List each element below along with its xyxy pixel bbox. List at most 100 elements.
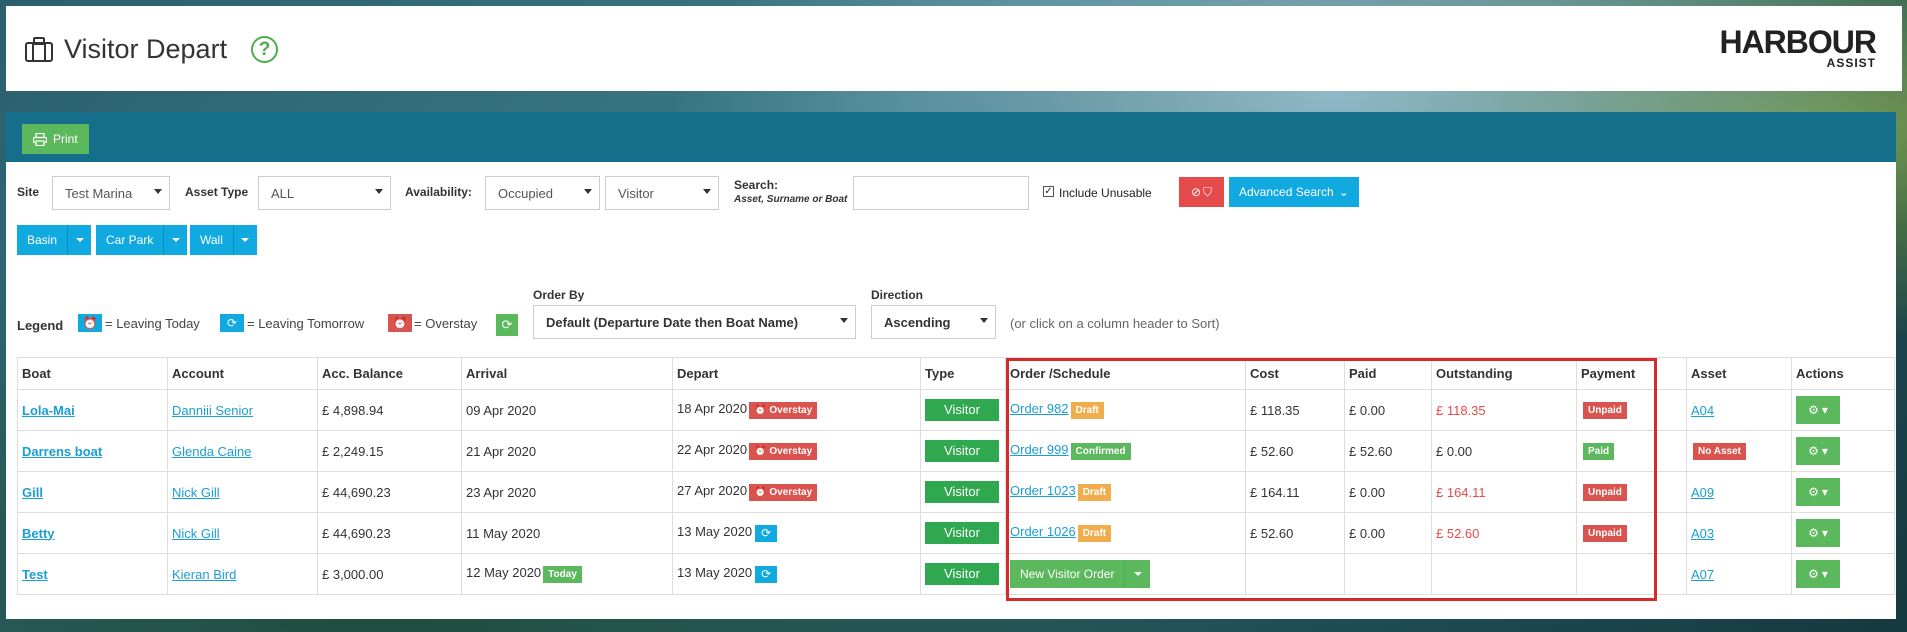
advanced-search-button[interactable]: Advanced Search ⌄ (1229, 177, 1359, 207)
area-button-wall[interactable]: Wall (190, 225, 257, 255)
gear-icon: ⚙ (1808, 526, 1819, 540)
column-header-payment[interactable]: Payment (1576, 357, 1687, 390)
column-header-account[interactable]: Account (167, 357, 318, 390)
availability-select[interactable]: Occupied (485, 176, 600, 210)
asset-link[interactable]: A03 (1691, 526, 1714, 541)
account-link[interactable]: Danniii Senior (172, 403, 253, 418)
asset-type-select[interactable]: ALL (258, 176, 391, 210)
depart-cell: 22 Apr 2020 ⏰ Overstay (672, 430, 921, 472)
actions-button[interactable]: ⚙ ▾ (1796, 560, 1840, 588)
order-by-select-value: Default (Departure Date then Boat Name) (546, 314, 799, 330)
depart-date: 27 Apr 2020 (677, 483, 748, 499)
outstanding-cell: £ 52.60 (1431, 512, 1577, 554)
chevron-down-icon[interactable] (163, 225, 187, 255)
column-header-order[interactable]: Order /Schedule (1005, 357, 1246, 390)
column-header-balance[interactable]: Acc. Balance (317, 357, 462, 390)
asset-link[interactable]: A04 (1691, 403, 1714, 418)
column-header-boat[interactable]: Boat (17, 357, 168, 390)
cost-cell: £ 52.60 (1245, 512, 1345, 554)
account-link[interactable]: Nick Gill (172, 485, 220, 500)
new-visitor-order-button[interactable]: New Visitor Order (1010, 560, 1151, 588)
order-by-label: Order By (533, 288, 585, 302)
direction-select-value: Ascending (884, 314, 951, 330)
table-row: Test Kieran Bird £ 3,000.00 12 May 2020 T… (17, 553, 1895, 595)
order-status-badge: Draft (1070, 401, 1104, 419)
arrival-cell: 21 Apr 2020 (461, 430, 673, 472)
column-header-asset[interactable]: Asset (1686, 357, 1792, 390)
refresh-icon[interactable]: ⟳ (496, 314, 518, 336)
alarm-clock-icon: ⏰ (388, 314, 412, 332)
boat-link[interactable]: Test (22, 567, 48, 582)
asset-link[interactable]: A09 (1691, 485, 1714, 500)
depart-date: 13 May 2020 (677, 565, 753, 581)
actions-button[interactable]: ⚙ ▾ (1796, 396, 1840, 424)
actions-button[interactable]: ⚙ ▾ (1796, 437, 1840, 465)
overstay-badge: ⏰ Overstay (749, 483, 818, 501)
payment-status-badge: Unpaid (1583, 483, 1627, 501)
chevron-down-icon: ▾ (1821, 485, 1828, 499)
column-header-outstanding[interactable]: Outstanding (1431, 357, 1577, 390)
refresh-icon: ⟳ (755, 565, 778, 583)
balance-cell: £ 44,690.23 (317, 471, 462, 513)
overstay-badge: ⏰ Overstay (749, 442, 818, 460)
print-button[interactable]: Print (22, 124, 89, 154)
order-link[interactable]: Order 1023 (1010, 483, 1076, 498)
legend-leaving-today: = Leaving Today (105, 316, 200, 331)
today-badge: Today (543, 565, 582, 583)
order-link[interactable]: Order 982 (1010, 401, 1069, 416)
boat-link[interactable]: Darrens boat (22, 444, 102, 459)
arrival-cell: 23 Apr 2020 (461, 471, 673, 513)
header-panel: Visitor Depart ? HARBOUR ASSIST (6, 6, 1902, 91)
depart-date: 18 Apr 2020 (677, 401, 748, 417)
order-link[interactable]: Order 1026 (1010, 524, 1076, 539)
column-header-arrival[interactable]: Arrival (461, 357, 673, 390)
chevron-down-icon[interactable] (67, 225, 91, 255)
briefcase-icon (24, 36, 54, 63)
area-button-label: Car Park (106, 233, 154, 247)
area-button-basin[interactable]: Basin (17, 225, 92, 255)
asset-link[interactable]: A07 (1691, 567, 1714, 582)
print-label: Print (53, 132, 78, 146)
actions-button[interactable]: ⚙ ▾ (1796, 519, 1840, 547)
site-select[interactable]: Test Marina (52, 176, 170, 210)
chevron-down-icon[interactable] (1124, 560, 1150, 588)
site-label: Site (17, 185, 40, 199)
account-link[interactable]: Glenda Caine (172, 444, 252, 459)
balance-cell: £ 4,898.94 (317, 389, 462, 431)
search-input[interactable] (853, 176, 1029, 210)
depart-date: 22 Apr 2020 (677, 442, 748, 458)
paid-cell: £ 0.00 (1344, 389, 1432, 431)
include-unusable-checkbox[interactable]: ✓ (1043, 186, 1054, 197)
account-link[interactable]: Kieran Bird (172, 567, 236, 582)
availability-type-select[interactable]: Visitor (605, 176, 719, 210)
area-button-label: Wall (200, 233, 223, 247)
clear-filter-button[interactable]: ⊘ ⛉ (1179, 177, 1224, 207)
payment-status-badge: Unpaid (1583, 401, 1627, 419)
boat-link[interactable]: Lola-Mai (22, 403, 75, 418)
boat-link[interactable]: Betty (22, 526, 55, 541)
chevron-down-icon: ▾ (1821, 567, 1828, 581)
boat-link[interactable]: Gill (22, 485, 43, 500)
order-link[interactable]: Order 999 (1010, 442, 1069, 457)
help-icon[interactable]: ? (251, 36, 279, 63)
refresh-icon: ⟳ (755, 524, 778, 542)
chevron-down-icon: ⌄ (1338, 185, 1349, 199)
chevron-down-icon[interactable] (232, 225, 257, 255)
account-link[interactable]: Nick Gill (172, 526, 220, 541)
area-button-car-park[interactable]: Car Park (96, 225, 188, 255)
type-badge: Visitor (925, 440, 999, 462)
column-header-cost[interactable]: Cost (1245, 357, 1345, 390)
area-button-label: Basin (27, 233, 58, 247)
direction-select[interactable]: Ascending (871, 305, 996, 339)
filter-icon: ⛉ (1203, 184, 1213, 199)
column-header-depart[interactable]: Depart (672, 357, 921, 390)
order-by-select[interactable]: Default (Departure Date then Boat Name) (533, 305, 856, 339)
table-row: Betty Nick Gill £ 44,690.23 11 May 2020 … (17, 512, 1895, 554)
column-header-type[interactable]: Type (920, 357, 1006, 390)
column-header-paid[interactable]: Paid (1344, 357, 1432, 390)
table-row: Lola-Mai Danniii Senior £ 4,898.94 09 Ap… (17, 389, 1895, 431)
paid-cell (1344, 553, 1432, 595)
outstanding-cell: £ 118.35 (1431, 389, 1577, 431)
actions-button[interactable]: ⚙ ▾ (1796, 478, 1840, 506)
balance-cell: £ 44,690.23 (317, 512, 462, 554)
